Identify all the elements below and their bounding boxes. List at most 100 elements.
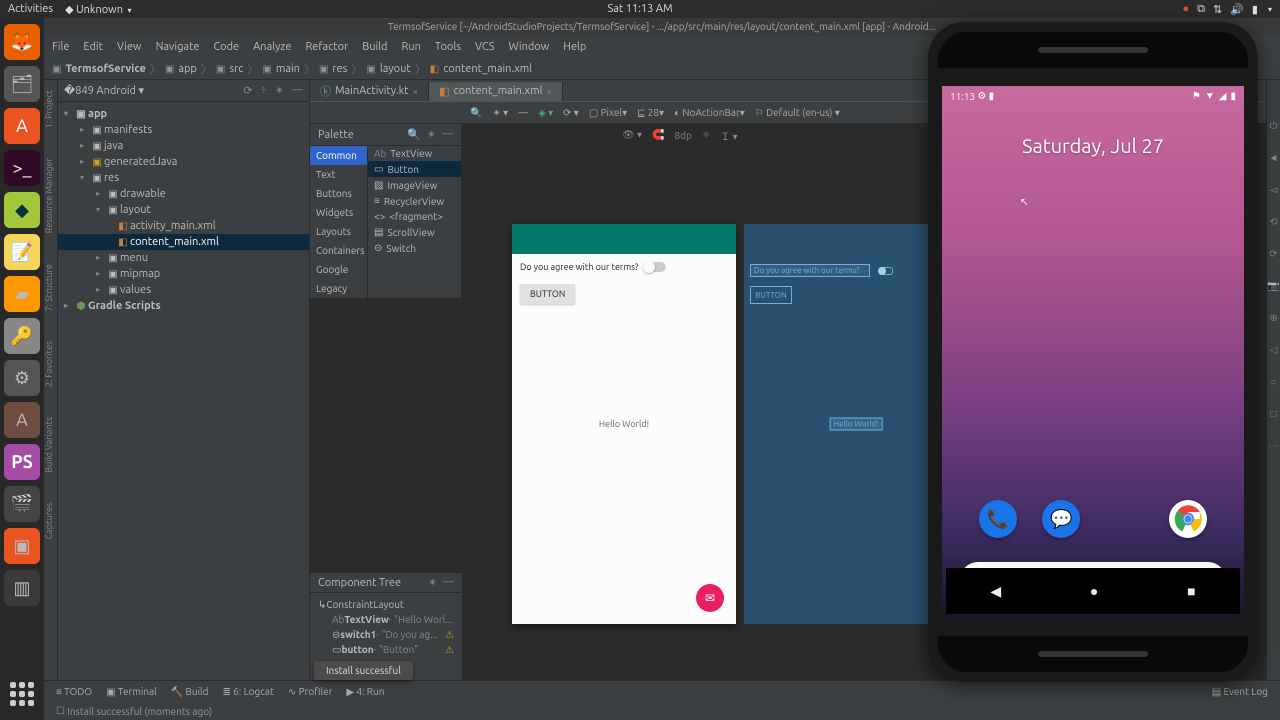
breadcrumb-app[interactable]: app bbox=[178, 63, 197, 75]
logcat-tab[interactable]: ≣ 6: Logcat bbox=[223, 686, 274, 698]
terminal-tab[interactable]: ▣ Terminal bbox=[106, 686, 157, 698]
menu-view[interactable]: View bbox=[117, 41, 142, 53]
tab-contentmain[interactable]: ◧content_main.xml× bbox=[429, 82, 563, 102]
breadcrumb-main[interactable]: main bbox=[276, 63, 300, 75]
menu-file[interactable]: File bbox=[52, 41, 69, 53]
updater-icon[interactable]: A bbox=[4, 402, 40, 438]
palette-imageview[interactable]: ▨ImageView bbox=[368, 177, 461, 193]
palette-scrollview[interactable]: ▤ScrollView bbox=[368, 224, 461, 240]
menu-code[interactable]: Code bbox=[213, 41, 239, 53]
design-preview[interactable]: Do you agree with our terms? BUTTON Hell… bbox=[512, 224, 736, 624]
nav-home-icon[interactable]: ● bbox=[1090, 583, 1098, 599]
infer-icon[interactable]: ✧ bbox=[702, 129, 710, 141]
vol-up-icon[interactable]: ◄ bbox=[1269, 152, 1279, 164]
menu-tools[interactable]: Tools bbox=[435, 41, 461, 53]
nav-overview-icon[interactable]: ■ bbox=[1187, 583, 1195, 599]
todo-tab[interactable]: ≡ TODO bbox=[56, 686, 92, 698]
menu-build[interactable]: Build bbox=[362, 41, 387, 53]
show-apps-icon[interactable] bbox=[4, 676, 40, 712]
project-hide-icon[interactable]: — bbox=[292, 84, 303, 97]
options-icon[interactable]: ✴ ▾ bbox=[492, 107, 508, 119]
record-icon[interactable]: ● bbox=[1182, 3, 1189, 15]
project-collapse-icon[interactable]: ÷ bbox=[261, 84, 267, 97]
orientation-icon[interactable]: ⟳ ▾ bbox=[563, 107, 579, 119]
breadcrumb-src[interactable]: src bbox=[229, 63, 243, 75]
palette-fragment[interactable]: <><fragment> bbox=[368, 209, 461, 224]
tab-mainactivity[interactable]: ⓚMainActivity.kt× bbox=[310, 81, 429, 101]
magnet-icon[interactable]: 🧲 bbox=[652, 129, 664, 141]
breadcrumb-root[interactable]: TermsofService bbox=[65, 63, 145, 75]
battery-icon[interactable]: ▮ bbox=[1252, 3, 1258, 16]
nav-back-icon[interactable]: ◀ bbox=[990, 583, 1001, 600]
more-icon[interactable]: ⋯ bbox=[1269, 440, 1279, 452]
app-menu[interactable]: ◆ Unknown ▾ bbox=[65, 3, 131, 16]
em-messages-icon[interactable]: 💬 bbox=[1042, 500, 1080, 538]
favorites-tab[interactable]: 2: Favorites bbox=[44, 341, 57, 387]
settings-icon[interactable]: ⚙ bbox=[4, 360, 40, 396]
camera-icon[interactable]: 📷 bbox=[1267, 280, 1279, 292]
network-icon[interactable]: ⇅ bbox=[1213, 3, 1222, 16]
eventlog-tab[interactable]: ▤ Event Log bbox=[1212, 686, 1268, 698]
ct-root[interactable]: ↳ ConstraintLayout bbox=[318, 597, 454, 612]
home-icon[interactable]: ○ bbox=[1270, 376, 1276, 388]
device-select[interactable]: ▢ Pixel▾ bbox=[589, 107, 627, 119]
vol-dn-icon[interactable]: ◅ bbox=[1270, 184, 1278, 196]
ct-gear-icon[interactable]: ✴ bbox=[428, 576, 437, 589]
em-phone-icon[interactable]: 📞 bbox=[979, 500, 1017, 538]
view-options-icon[interactable]: 👁 ▾ bbox=[622, 129, 642, 141]
palette-cat-buttons[interactable]: Buttons bbox=[310, 184, 367, 203]
terminal-icon[interactable]: >_ bbox=[4, 150, 40, 186]
zoom-icon[interactable]: ⊕ bbox=[1269, 312, 1277, 324]
phpstorm-icon[interactable]: PS bbox=[4, 444, 40, 480]
breadcrumb-layout[interactable]: layout bbox=[380, 63, 411, 75]
api-select[interactable]: ⊑ 28▾ bbox=[637, 107, 664, 119]
bp-hello[interactable]: Hello World! bbox=[830, 418, 883, 431]
emulator-screen[interactable]: 11:13 ⚙ ▮ ⚑ ▼ ◢ ▮ Saturday, Jul 27 ↖ 📞 💬 bbox=[942, 86, 1244, 618]
volume-icon[interactable]: 🔊 bbox=[1230, 3, 1244, 16]
ct-switch[interactable]: ⊝ switch1 - "Do you ag...⚠ bbox=[318, 627, 454, 642]
firefox-icon[interactable]: 🦊 bbox=[4, 24, 40, 60]
preview-button[interactable]: BUTTON bbox=[520, 284, 575, 304]
activities-button[interactable]: Activities bbox=[8, 3, 53, 16]
bp-switch[interactable]: Do you agree with our terms? bbox=[750, 264, 870, 277]
store-icon[interactable]: A bbox=[4, 108, 40, 144]
media-icon[interactable]: 🎬 bbox=[4, 486, 40, 522]
palette-cat-common[interactable]: Common bbox=[310, 146, 367, 165]
app-icon[interactable]: ▣ bbox=[4, 528, 40, 564]
palette-cat-google[interactable]: Google bbox=[310, 260, 367, 279]
project-tab[interactable]: 1: Project bbox=[44, 90, 57, 128]
design-mode-icon[interactable]: ◈ ▾ bbox=[538, 107, 553, 119]
menu-vcs[interactable]: VCS bbox=[475, 41, 495, 53]
margin-select[interactable]: 8dp bbox=[674, 130, 691, 141]
tweaks-icon[interactable]: ▥ bbox=[4, 570, 40, 606]
clock[interactable]: Sat 11:13 AM bbox=[607, 3, 672, 15]
structure-tab[interactable]: 7: Structure bbox=[44, 264, 57, 311]
palette-textview[interactable]: AbTextView bbox=[368, 146, 461, 161]
palette-cat-text[interactable]: Text bbox=[310, 165, 367, 184]
search-icon[interactable]: 🔍 bbox=[470, 107, 482, 119]
palette-switch[interactable]: ⊝Switch bbox=[368, 240, 461, 256]
profiler-tab[interactable]: ∿ Profiler bbox=[288, 686, 332, 698]
screenshot-icon[interactable]: ⧉ bbox=[1197, 3, 1205, 16]
menu-window[interactable]: Window bbox=[509, 41, 550, 53]
palette-search-icon[interactable]: 🔍 bbox=[407, 128, 421, 141]
project-tree[interactable]: ▾▣app ▸▣manifests ▸▣java ▸▣generatedJava… bbox=[58, 102, 309, 318]
resource-tab[interactable]: Resource Manager bbox=[44, 158, 57, 233]
bp-button[interactable]: BUTTON bbox=[750, 286, 792, 304]
run-tab[interactable]: ▶ 4: Run bbox=[346, 686, 384, 698]
rotate-r-icon[interactable]: ⟳ bbox=[1269, 248, 1277, 260]
build-tab[interactable]: 🔨 Build bbox=[171, 686, 209, 698]
locale-select[interactable]: ⚐ Default (en-us) ▾ bbox=[755, 107, 840, 119]
captures-tab[interactable]: Captures bbox=[44, 503, 57, 539]
menu-analyze[interactable]: Analyze bbox=[253, 41, 291, 53]
build-variants-tab[interactable]: Build Variants bbox=[44, 417, 57, 473]
palette-cat-widgets[interactable]: Widgets bbox=[310, 203, 367, 222]
menu-run[interactable]: Run bbox=[401, 41, 420, 53]
preview-fab[interactable]: ✉ bbox=[696, 584, 724, 612]
palette-cat-legacy[interactable]: Legacy bbox=[310, 279, 367, 298]
palette-recyclerview[interactable]: ≡RecyclerView bbox=[368, 193, 461, 209]
em-chrome-icon[interactable] bbox=[1169, 500, 1207, 538]
passwords-icon[interactable]: 🔑 bbox=[4, 318, 40, 354]
ct-button[interactable]: ▭ button - "Button"⚠ bbox=[318, 642, 454, 657]
sublime-icon[interactable]: ▰ bbox=[4, 276, 40, 312]
